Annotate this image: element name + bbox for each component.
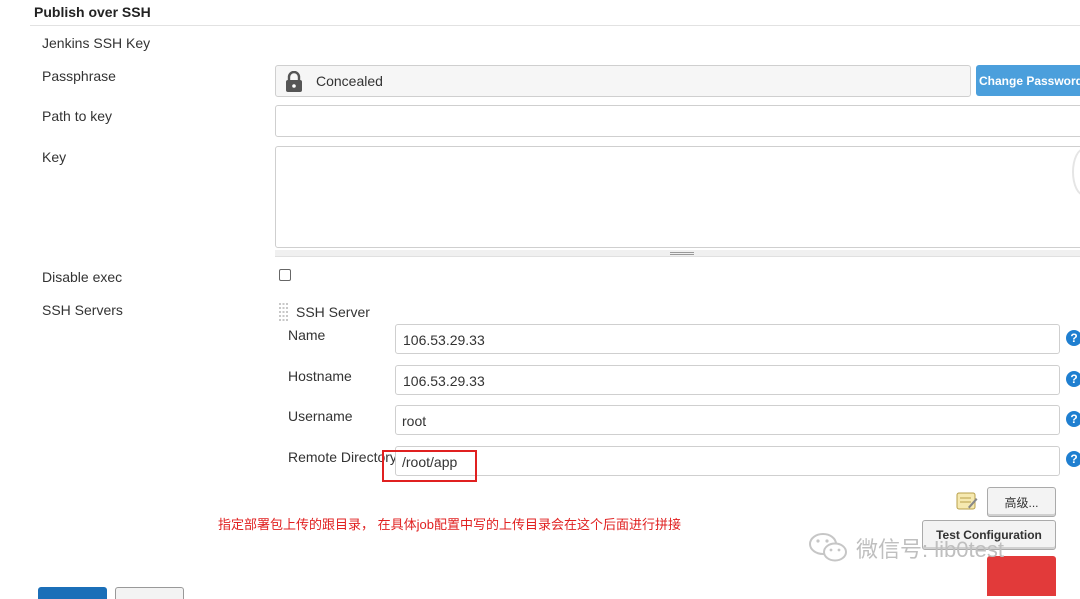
ssh-servers-label: SSH Servers [42,302,123,318]
annotation-text: 指定部署包上传的跟目录， 在具体job配置中写的上传目录会在这个后面进行拼接 [218,517,681,532]
key-label: Key [42,149,67,165]
path-to-key-label: Path to key [42,108,113,124]
hostname-help-icon[interactable]: ? [1066,371,1080,387]
passphrase-label: Passphrase [42,68,116,84]
hostname-value: 106.53.29.33 [403,373,485,389]
username-value: root [402,413,427,429]
username-input[interactable]: root [395,405,1060,435]
hostname-label: Hostname [288,368,352,384]
path-to-key-input[interactable] [275,105,1080,137]
annotation-highlight-box [382,450,477,482]
lock-icon [285,70,303,96]
drag-handle-icon[interactable] [279,303,288,321]
section-divider [30,25,1080,26]
wechat-icon [808,531,850,568]
notepad-icon [956,490,978,512]
advanced-button[interactable]: 高级... [987,487,1056,517]
disable-exec-checkbox[interactable] [279,269,291,281]
apply-button[interactable] [115,587,184,599]
remote-directory-input[interactable]: /root/app [395,446,1060,476]
username-help-icon[interactable]: ? [1066,411,1080,427]
key-textarea[interactable] [275,146,1080,248]
disable-exec-label: Disable exec [42,269,123,285]
remote-directory-help-icon[interactable]: ? [1066,451,1080,467]
section-title: Publish over SSH [34,4,151,20]
ssh-server-header: SSH Server [296,304,370,320]
name-value: 106.53.29.33 [403,332,485,348]
watermark-text: 微信号: lib0test [856,537,1004,562]
name-label: Name [288,327,326,343]
passphrase-value: Concealed [316,73,383,89]
hostname-input[interactable]: 106.53.29.33 [395,365,1060,395]
remote-directory-label: Remote Directory [288,449,397,465]
change-password-button[interactable]: Change Password [976,65,1080,96]
username-label: Username [288,408,353,424]
textarea-resize-handle[interactable] [275,250,1080,257]
name-help-icon[interactable]: ? [1066,330,1080,346]
jenkins-ssh-key-label: Jenkins SSH Key [42,35,151,51]
passphrase-field[interactable]: Concealed [275,65,971,97]
name-input[interactable]: 106.53.29.33 [395,324,1060,354]
save-button[interactable] [38,587,107,599]
